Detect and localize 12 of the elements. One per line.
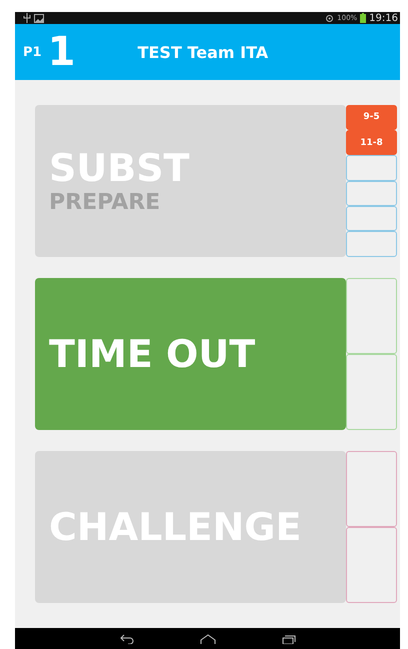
action-button[interactable]: TIME OUT — [35, 278, 346, 430]
slot: 11-8 — [346, 130, 397, 156]
player-number: 1 — [48, 29, 76, 75]
home-icon[interactable] — [200, 634, 216, 644]
battery-icon — [360, 13, 366, 23]
clock: 19:16 — [369, 12, 398, 24]
recent-apps-icon[interactable] — [282, 634, 296, 644]
image-icon — [34, 14, 44, 22]
team-name: TEST Team ITA — [138, 42, 268, 62]
slot: 9-5 — [346, 104, 397, 130]
player-label: P1 — [23, 44, 42, 60]
back-icon[interactable] — [120, 634, 134, 644]
